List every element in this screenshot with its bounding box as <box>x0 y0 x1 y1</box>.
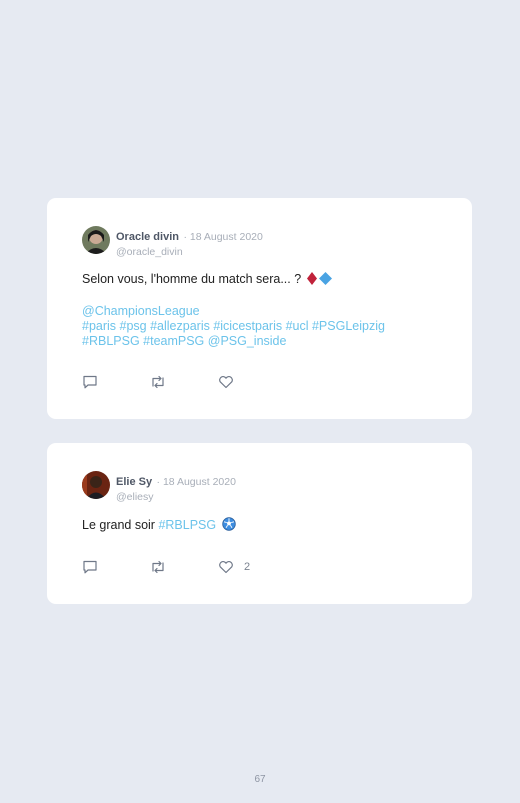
like-count: 2 <box>244 561 251 573</box>
author-name[interactable]: Elie Sy <box>116 476 152 488</box>
tweet-date: · 18 August 2020 <box>183 231 263 243</box>
tweet-text-content: Le grand soir <box>82 518 155 532</box>
tweet-actions <box>82 375 282 391</box>
tweet-text: Selon vous, l'homme du match sera... ? <box>82 272 332 289</box>
tweet-text: Le grand soir #RBLPSG <box>82 517 236 535</box>
retweet-icon[interactable] <box>150 375 166 391</box>
author-handle[interactable]: @eliesy <box>116 491 236 503</box>
author-handle[interactable]: @oracle_divin <box>116 246 263 258</box>
like-icon[interactable]: 2 <box>218 560 250 576</box>
tweet-text-content: Selon vous, l'homme du match sera... ? <box>82 272 302 286</box>
tweet-card-1: Oracle divin · 18 August 2020 @oracle_di… <box>47 198 472 419</box>
retweet-icon[interactable] <box>150 560 166 576</box>
blue-diamond-icon <box>318 272 332 289</box>
avatar[interactable] <box>82 471 110 499</box>
soccer-ball-icon <box>221 517 236 535</box>
tweet-card-2: Elie Sy · 18 August 2020 @eliesy Le gran… <box>47 443 472 604</box>
red-diamond-icon <box>306 272 317 289</box>
page-number: 67 <box>254 774 266 785</box>
like-icon[interactable] <box>218 375 234 391</box>
reply-icon[interactable] <box>82 375 98 391</box>
mention-link[interactable]: @ChampionsLeague <box>82 304 385 319</box>
author-name[interactable]: Oracle divin <box>116 231 179 243</box>
tweet-actions: 2 <box>82 560 282 576</box>
avatar[interactable] <box>82 226 110 254</box>
tweet-date: · 18 August 2020 <box>156 476 236 488</box>
reply-icon[interactable] <box>82 560 98 576</box>
hashtag-links[interactable]: #RBLPSG #teamPSG @PSG_inside <box>82 334 385 349</box>
hashtag-link[interactable]: #RBLPSG <box>158 518 216 532</box>
hashtag-links[interactable]: #paris #psg #allezparis #icicestparis #u… <box>82 319 385 334</box>
tweet-links: @ChampionsLeague #paris #psg #allezparis… <box>82 304 385 349</box>
